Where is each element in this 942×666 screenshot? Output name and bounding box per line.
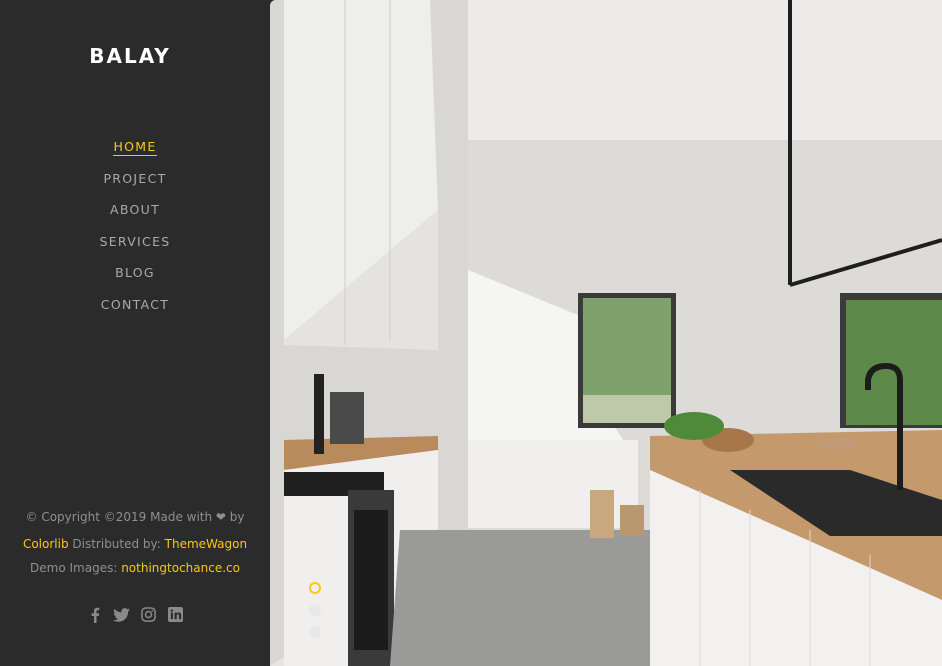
nav-blog[interactable]: BLOG <box>115 263 155 283</box>
sidebar: BALAY HOME PROJECT ABOUT SERVICES BLOG C… <box>0 0 270 666</box>
hero-slider[interactable] <box>270 0 942 666</box>
linkedin-icon[interactable] <box>167 606 184 623</box>
nav-project[interactable]: PROJECT <box>103 169 166 189</box>
nothingtochance-link[interactable]: nothingtochance.co <box>121 561 240 575</box>
nav-contact[interactable]: CONTACT <box>101 295 169 315</box>
credits-line: Colorlib Distributed by: ThemeWagon <box>0 537 270 551</box>
twitter-icon[interactable] <box>113 606 130 623</box>
slider-dot-2[interactable] <box>309 604 321 616</box>
copyright-text: © Copyright ©2019 Made with ❤ by <box>25 510 245 524</box>
instagram-icon[interactable] <box>140 606 157 623</box>
facebook-icon[interactable] <box>86 606 103 623</box>
social-links <box>0 606 270 623</box>
demo-images-line: Demo Images: nothingtochance.co <box>0 561 270 575</box>
distributed-by-text: Distributed by: <box>68 537 165 551</box>
nav-home[interactable]: HOME <box>113 138 157 156</box>
themewagon-link[interactable]: ThemeWagon <box>165 537 247 551</box>
kitchen-hero-image <box>270 0 942 666</box>
slider-dot-1[interactable] <box>309 582 321 594</box>
slider-dot-3[interactable] <box>309 626 321 638</box>
demo-images-text: Demo Images: <box>30 561 122 575</box>
brand-logo[interactable]: BALAY <box>0 44 260 68</box>
nav-services[interactable]: SERVICES <box>99 232 170 252</box>
slider-pagination <box>309 582 321 648</box>
colorlib-link[interactable]: Colorlib <box>23 537 69 551</box>
main-nav: HOME PROJECT ABOUT SERVICES BLOG CONTACT <box>0 136 270 326</box>
nav-about[interactable]: ABOUT <box>110 200 160 220</box>
